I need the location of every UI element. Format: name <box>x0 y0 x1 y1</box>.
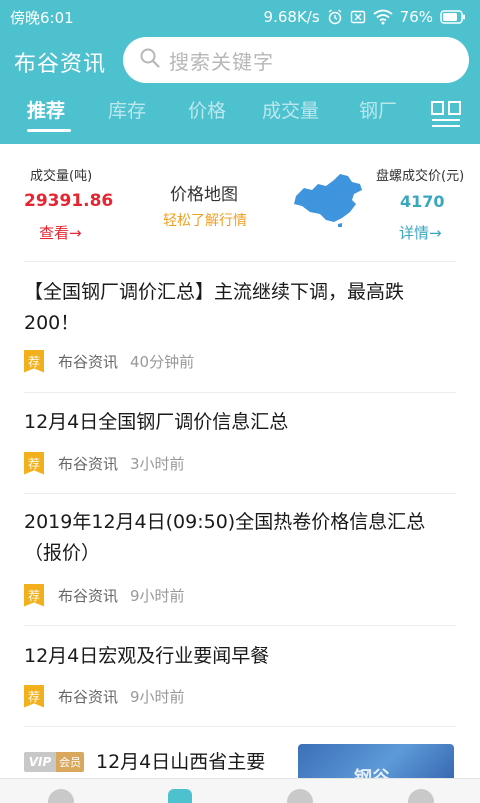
volume-value: 29391.86 <box>24 191 114 211</box>
news-title[interactable]: 【全国钢厂调价汇总】主流继续下调，最高跌 200！ <box>24 277 434 339</box>
news-meta: 荐 布谷资讯 3小时前 <box>24 451 185 475</box>
divider <box>24 493 456 494</box>
category-tabs: 推荐 库存 价格 成交量 钢厂 <box>0 96 480 132</box>
alarm-icon <box>327 9 343 25</box>
divider <box>24 392 456 393</box>
search-icon <box>139 47 161 73</box>
battery-icon <box>440 10 466 24</box>
network-speed: 9.68K/s <box>263 8 320 26</box>
vip-label: VIP <box>24 752 56 772</box>
app-title: 布谷资讯 <box>14 52 107 77</box>
recommend-badge: 荐 <box>24 684 44 708</box>
profile-nav-icon[interactable] <box>408 789 434 803</box>
news-time: 40分钟前 <box>130 352 195 371</box>
app-header: 布谷资讯 搜索关键字 推荐 库存 价格 成交量 钢厂 <box>0 34 480 144</box>
market-nav-icon[interactable] <box>287 789 313 803</box>
news-source: 布谷资讯 <box>58 687 119 706</box>
member-label: 会员 <box>56 752 84 772</box>
news-nav-icon[interactable] <box>168 789 192 803</box>
news-meta: 荐 布谷资讯 9小时前 <box>24 684 185 708</box>
news-title-line: 200！ <box>24 312 80 334</box>
divider <box>24 726 456 727</box>
news-time: 3小时前 <box>130 454 185 473</box>
recommend-badge: 荐 <box>24 583 44 607</box>
status-bar: 傍晚6:01 9.68K/s 76% <box>0 0 480 34</box>
tab-inventory[interactable]: 库存 <box>108 96 146 123</box>
news-title-line: 【全国钢厂调价汇总】主流继续下调，最高跌 <box>24 281 405 303</box>
price-value: 4170 <box>400 192 445 211</box>
news-time: 9小时前 <box>130 586 185 605</box>
news-title[interactable]: 2019年12月4日(09:50)全国热卷价格信息汇总 （报价） <box>24 507 434 569</box>
wifi-icon <box>373 9 393 25</box>
sim-icon <box>350 9 366 25</box>
tab-volume[interactable]: 成交量 <box>262 96 319 123</box>
news-title-line: 12月4日宏观及行业要闻早餐 <box>24 645 270 667</box>
divider <box>24 261 456 262</box>
active-tab-indicator <box>27 129 71 132</box>
tab-steel-mill[interactable]: 钢厂 <box>359 96 397 123</box>
recommend-badge: 荐 <box>24 451 44 475</box>
bottom-navigation <box>0 778 480 803</box>
status-time: 傍晚6:01 <box>10 8 74 27</box>
volume-label: 成交量(吨) <box>30 169 93 184</box>
news-title-line: 2019年12月4日(09:50)全国热卷价格信息汇总 <box>24 511 426 533</box>
recommend-badge: 荐 <box>24 349 44 373</box>
news-title-line: （报价） <box>24 542 101 564</box>
market-stats-panel: 成交量(吨) 29391.86 查看→ 价格地图 轻松了解行情 盘螺成交价(元)… <box>0 148 480 254</box>
news-time: 9小时前 <box>130 687 185 706</box>
tab-menu-icon[interactable] <box>430 100 462 132</box>
home-nav-icon[interactable] <box>48 789 74 803</box>
news-meta: 荐 布谷资讯 40分钟前 <box>24 349 194 373</box>
price-label: 盘螺成交价(元) <box>376 169 465 184</box>
news-source: 布谷资讯 <box>58 454 119 473</box>
vip-member-badge: VIP 会员 <box>24 752 84 772</box>
news-source: 布谷资讯 <box>58 586 119 605</box>
tab-recommend[interactable]: 推荐 <box>27 96 65 123</box>
divider <box>24 625 456 626</box>
volume-view-link[interactable]: 查看→ <box>39 222 82 243</box>
news-meta: 荐 布谷资讯 9小时前 <box>24 583 185 607</box>
news-source: 布谷资讯 <box>58 352 119 371</box>
vip-news-title[interactable]: 12月4日山西省主要 <box>96 747 265 774</box>
battery-percent: 76% <box>399 8 433 26</box>
news-title[interactable]: 12月4日全国钢厂调价信息汇总 <box>24 407 434 438</box>
search-placeholder: 搜索关键字 <box>169 49 274 74</box>
price-map-subtitle[interactable]: 轻松了解行情 <box>163 210 247 230</box>
china-map-icon[interactable] <box>292 174 364 232</box>
tab-price[interactable]: 价格 <box>188 96 226 123</box>
search-input[interactable]: 搜索关键字 <box>123 37 469 83</box>
price-map-title[interactable]: 价格地图 <box>170 180 238 205</box>
news-title[interactable]: 12月4日宏观及行业要闻早餐 <box>24 641 434 672</box>
price-detail-link[interactable]: 详情→ <box>399 222 442 243</box>
news-title-line: 12月4日全国钢厂调价信息汇总 <box>24 411 289 433</box>
